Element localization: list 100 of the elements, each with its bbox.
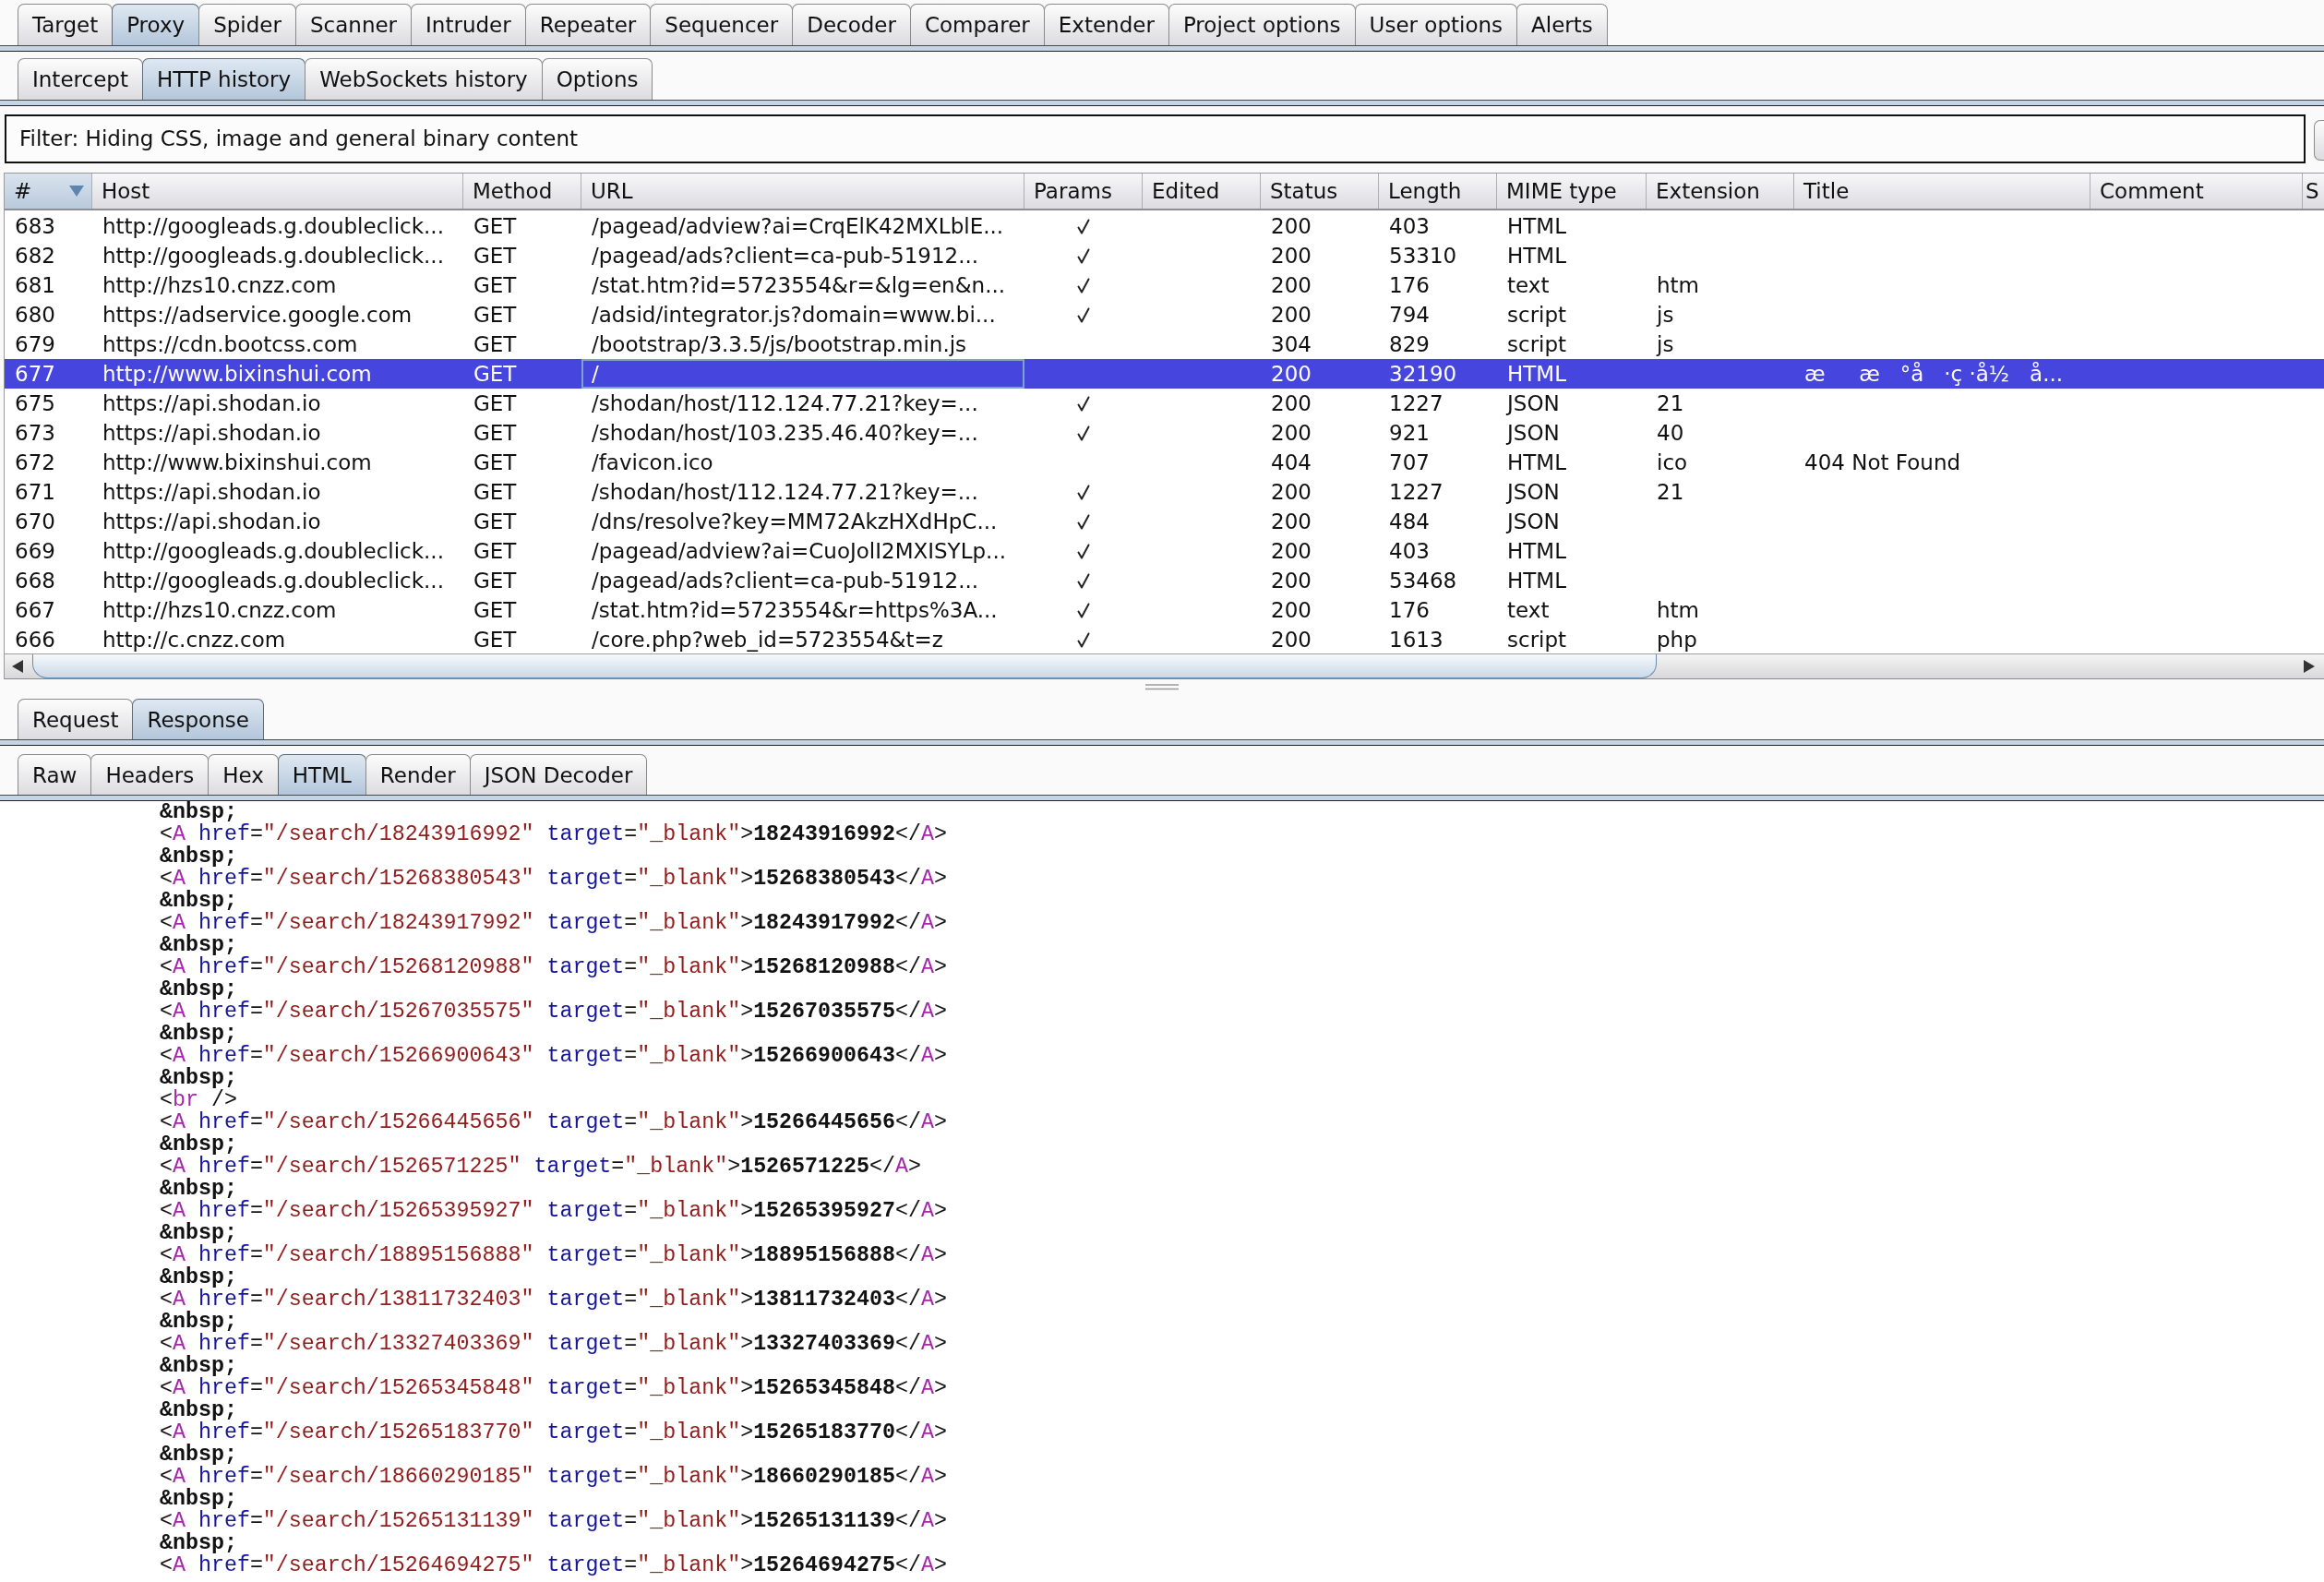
tab[interactable]: HTML	[277, 754, 366, 795]
tab[interactable]: User options	[1354, 4, 1518, 45]
code-line: &nbsp;	[160, 1067, 238, 1089]
tab[interactable]: Raw	[18, 754, 92, 795]
tab[interactable]: Proxy	[112, 4, 200, 45]
tab[interactable]: Render	[365, 754, 471, 795]
table-cell-text: GET	[473, 627, 518, 653]
table-cell-text: æ æ °å ·ç ·å½ å...	[1803, 361, 2065, 388]
table-cell-text: 1613	[1388, 627, 1444, 653]
column-header[interactable]: #	[5, 174, 92, 209]
table-row[interactable]: 671 https://api.shodan.io GET /shodan/host/112.124.77.21?key=... 200 1227 JSON 21	[5, 477, 2324, 507]
table-cell-text: 679	[14, 331, 56, 358]
tab[interactable]: Response	[132, 699, 264, 739]
table-row[interactable]: 677 http://www.bixinshui.com GET / 200 32190 HTML æ æ °å ·ç ·å½ å...	[5, 359, 2324, 389]
table-cell-text: 670	[14, 509, 56, 535]
tab[interactable]: Comparer	[910, 4, 1045, 45]
right-arrow-icon[interactable]	[2304, 660, 2315, 673]
table-cell-text: HTML	[1506, 568, 1567, 594]
code-line: <A href="/search/15264694275" target="_blank">15264694275</A>	[160, 1554, 948, 1576]
column-header[interactable]: Edited	[1143, 174, 1261, 209]
table-row[interactable]: 666 http://c.cnzz.com GET /core.php?web_id=5723554&t=z 200 1613 script php	[5, 625, 2324, 654]
table-cell-text: 1227	[1388, 390, 1444, 417]
column-header[interactable]: Extension	[1647, 174, 1794, 209]
sort-arrow-icon	[69, 186, 84, 197]
table-row[interactable]: 675 https://api.shodan.io GET /shodan/host/112.124.77.21?key=... 200 1227 JSON 21	[5, 389, 2324, 418]
tab[interactable]: Scanner	[294, 4, 413, 45]
table-row[interactable]: 673 https://api.shodan.io GET /shodan/host/103.235.46.40?key=... 200 921 JSON 40	[5, 418, 2324, 448]
column-header[interactable]: Comment	[2090, 174, 2303, 209]
table-row[interactable]: 667 http://hzs10.cnzz.com GET /stat.htm?id=5723554&r=https%3A... 200 176 text htm	[5, 595, 2324, 625]
table-cell-text: GET	[473, 568, 518, 594]
tab[interactable]: Repeater	[524, 4, 652, 45]
table-cell-text: 200	[1270, 509, 1312, 535]
table-row[interactable]: 669 http://googleads.g.doubleclick... GET /pagead/adview?ai=CuoJolI2MXISYLp... 200 403 HTML	[5, 536, 2324, 566]
table-row[interactable]: 668 http://googleads.g.doubleclick... GET /pagead/ads?client=ca-pub-51912... 200 53468 HTML	[5, 566, 2324, 595]
code-line: <br />	[160, 1089, 237, 1111]
column-header[interactable]: Title	[1794, 174, 2090, 209]
table-cell-text: 682	[14, 243, 56, 270]
table-cell-text: 176	[1388, 272, 1431, 299]
table-cell-text: /favicon.ico	[591, 449, 714, 476]
tab[interactable]: Hex	[208, 754, 279, 795]
table-row[interactable]: 670 https://api.shodan.io GET /dns/resolve?key=MM72AkzHXdHpC... 200 484 JSON	[5, 507, 2324, 536]
tab[interactable]: Request	[18, 699, 134, 739]
table-cell-text: 53310	[1388, 243, 1458, 270]
column-header[interactable]: Method	[463, 174, 581, 209]
code-line: <A href="/search/15265131139" target="_blank">15265131139</A>	[160, 1510, 948, 1532]
code-line: &nbsp;	[160, 1399, 237, 1421]
table-cell-text: 683	[14, 213, 56, 240]
code-line: <A href="/search/18243916992" target="_blank">18243916992</A>	[160, 823, 948, 845]
table-row[interactable]: 679 https://cdn.bootcss.com GET /bootstrap/3.3.5/js/bootstrap.min.js 304 829 script js	[5, 330, 2324, 359]
column-header[interactable]: Params	[1024, 174, 1143, 209]
column-header[interactable]: S	[2303, 174, 2324, 209]
table-cell-text: /pagead/adview?ai=CrqElK42MXLblE...	[591, 213, 1005, 240]
side-button[interactable]	[2314, 120, 2324, 161]
table-cell-text: 200	[1270, 213, 1312, 240]
code-line: <A href="/search/15268120988" target="_blank">15268120988</A>	[160, 956, 948, 978]
table-cell-text: 200	[1270, 627, 1312, 653]
left-arrow-icon[interactable]	[12, 660, 23, 673]
horizontal-scrollbar[interactable]	[5, 653, 2324, 679]
tab[interactable]: Decoder	[792, 4, 911, 45]
table-cell-text: GET	[473, 538, 518, 565]
table-cell-text: script	[1506, 627, 1568, 653]
table-cell-text: /pagead/ads?client=ca-pub-51912...	[591, 243, 980, 270]
tab[interactable]: WebSockets history	[305, 58, 543, 100]
tab[interactable]: Headers	[90, 754, 210, 795]
tab[interactable]: Extender	[1043, 4, 1169, 45]
column-header[interactable]: URL	[581, 174, 1024, 209]
code-line: <A href="/search/1526571225" target="_blank">1526571225</A>	[160, 1156, 922, 1178]
table-cell-text: http://googleads.g.doubleclick...	[102, 213, 445, 240]
table-cell-text: 200	[1270, 272, 1312, 299]
filter-bar[interactable]: Filter: Hiding CSS, image and general binary content	[5, 114, 2306, 163]
tab[interactable]: HTTP history	[141, 58, 306, 100]
column-header[interactable]: Status	[1261, 174, 1379, 209]
table-cell-text: http://googleads.g.doubleclick...	[102, 243, 445, 270]
code-line: <A href="/search/15265345848" target="_blank">15265345848</A>	[160, 1377, 948, 1399]
column-header[interactable]: Host	[92, 174, 463, 209]
grip-icon[interactable]	[1145, 684, 1179, 690]
table-row[interactable]: 682 http://googleads.g.doubleclick... GET /pagead/ads?client=ca-pub-51912... 200 53310 HTML	[5, 241, 2324, 270]
table-cell-text: GET	[473, 479, 518, 506]
tab[interactable]: Intruder	[411, 4, 526, 45]
tab[interactable]: Project options	[1168, 4, 1356, 45]
table-cell-text: 200	[1270, 597, 1312, 624]
table-row[interactable]: 681 http://hzs10.cnzz.com GET /stat.htm?id=5723554&r=&lg=en&n... 200 176 text htm	[5, 270, 2324, 300]
table-cell-text: 304	[1270, 331, 1312, 358]
tab[interactable]: Spider	[198, 4, 296, 45]
table-row[interactable]: 672 http://www.bixinshui.com GET /favicon.ico 404 707 HTML ico 404 Not Found	[5, 448, 2324, 477]
column-header[interactable]: MIME type	[1497, 174, 1647, 209]
tab[interactable]: Options	[541, 58, 653, 100]
column-header[interactable]: Length	[1379, 174, 1497, 209]
scrollbar-thumb[interactable]	[32, 654, 1657, 678]
tab[interactable]: JSON Decoder	[469, 754, 648, 795]
table-cell-text: 673	[14, 420, 56, 447]
tab[interactable]: Sequencer	[650, 4, 794, 45]
tab[interactable]: Target	[18, 4, 114, 45]
table-cell-text: JSON	[1504, 509, 1561, 535]
table-cell-text: 681	[14, 272, 56, 299]
tab[interactable]: Intercept	[18, 58, 143, 100]
tab[interactable]: Alerts	[1516, 4, 1608, 45]
table-cell-text: /pagead/adview?ai=CuoJolI2MXISYLp...	[591, 538, 1007, 565]
table-row[interactable]: 683 http://googleads.g.doubleclick... GET /pagead/adview?ai=CrqElK42MXLblE... 200 403 HTML	[5, 211, 2324, 241]
table-row[interactable]: 680 https://adservice.google.com GET /adsid/integrator.js?domain=www.bi... 200 794 script js	[5, 300, 2324, 330]
